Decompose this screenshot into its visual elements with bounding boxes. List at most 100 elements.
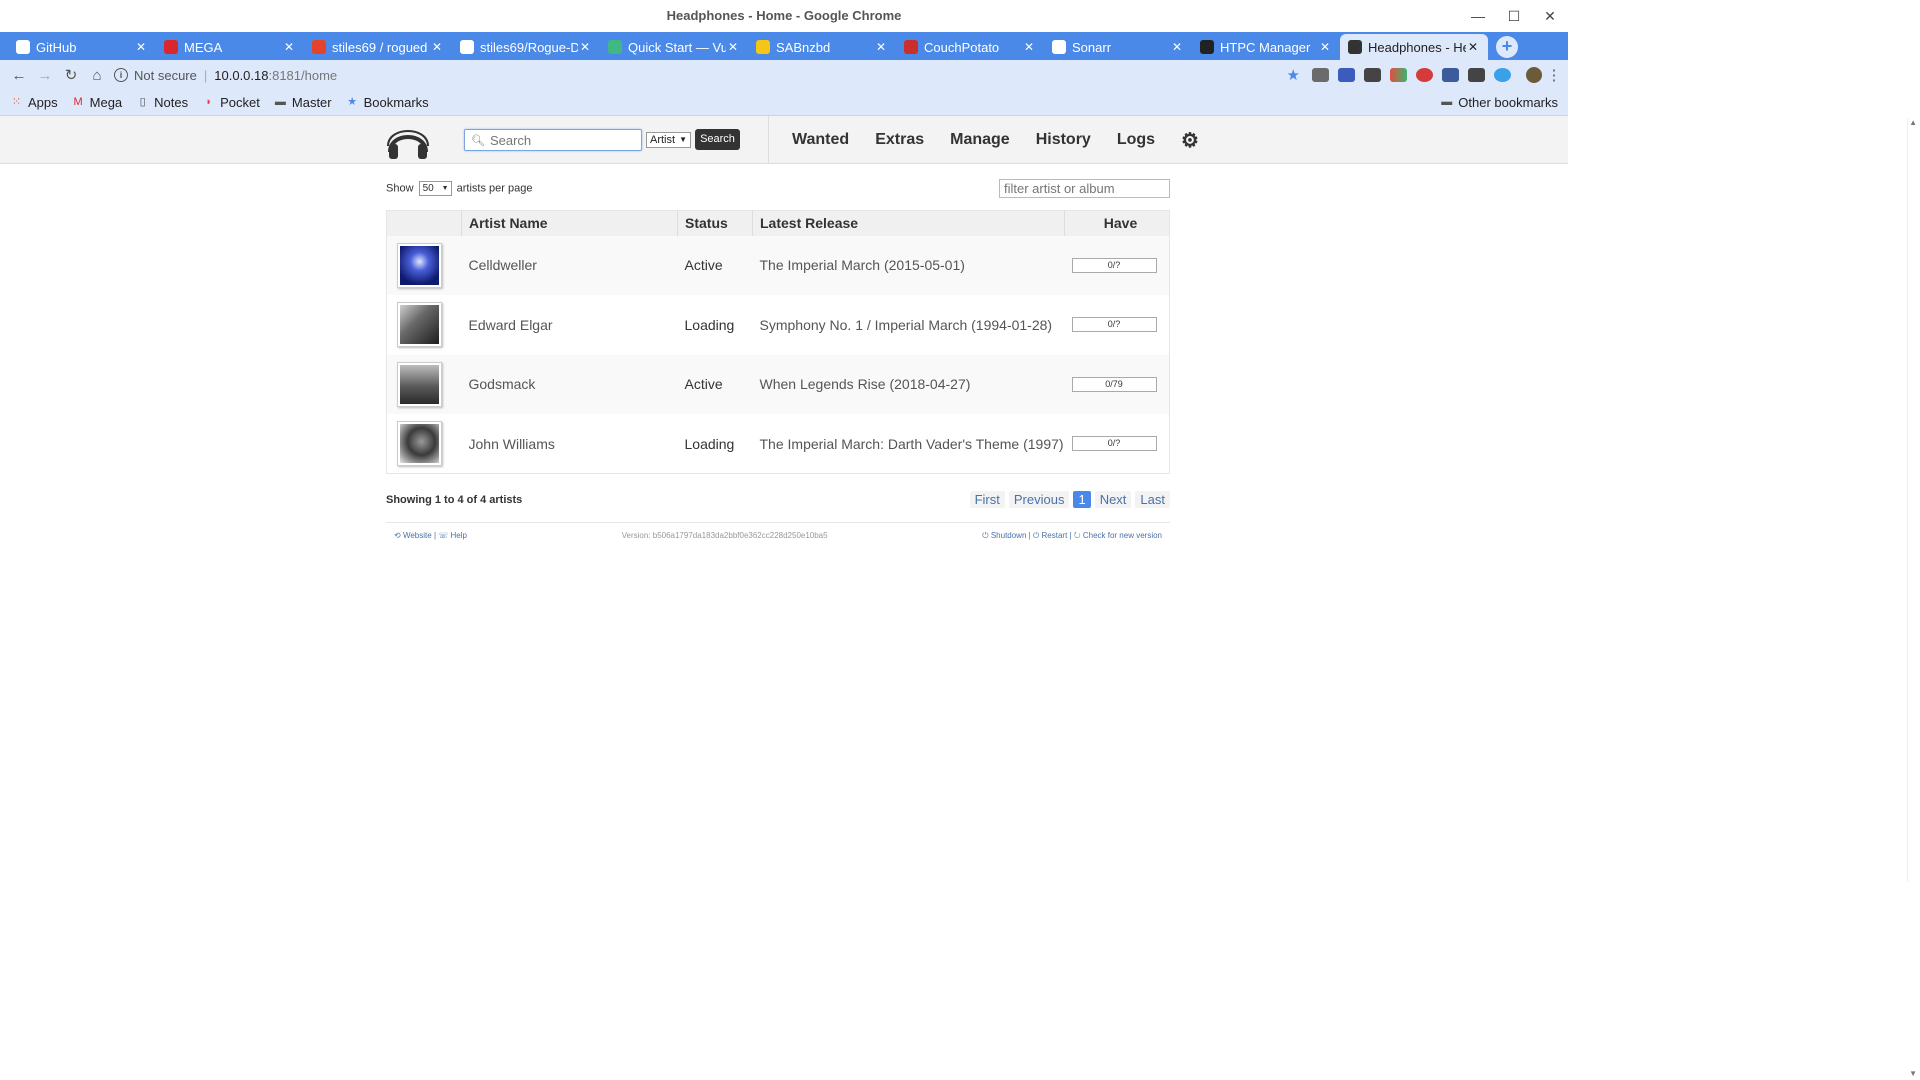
page-last[interactable]: Last xyxy=(1135,491,1170,508)
page-next[interactable]: Next xyxy=(1094,491,1132,508)
sabnzbd-icon xyxy=(756,40,770,54)
page-previous[interactable]: Previous xyxy=(1008,491,1070,508)
extension-3-icon[interactable] xyxy=(1364,68,1381,82)
latest-release[interactable]: When Legends Rise (2018-04-27) xyxy=(752,354,1065,414)
tab-couchpotato[interactable]: CouchPotato ✕ xyxy=(896,34,1044,60)
col-art[interactable] xyxy=(386,210,462,236)
col-latest-release[interactable]: Latest Release xyxy=(752,210,1065,236)
table-row[interactable]: John Williams Loading The Imperial March: … xyxy=(387,414,1170,474)
have-cell: 0/? xyxy=(1065,295,1170,355)
tab-close-icon[interactable]: ✕ xyxy=(1170,40,1184,54)
tab-close-icon[interactable]: ✕ xyxy=(282,40,296,54)
tab-github[interactable]: stiles69/Rogue-D ✕ xyxy=(452,34,600,60)
reload-icon[interactable]: ↻ xyxy=(58,66,84,84)
col-have[interactable]: Have xyxy=(1064,210,1170,236)
tab-label: HTPC Manager xyxy=(1220,39,1311,55)
extension-8-icon[interactable] xyxy=(1494,68,1511,82)
search-type-select[interactable]: Artist ▼ xyxy=(646,132,691,148)
search-field[interactable]: 🔍︎ xyxy=(464,129,642,151)
tab-close-icon[interactable]: ✕ xyxy=(1318,40,1332,54)
tab-close-icon[interactable]: ✕ xyxy=(430,40,444,54)
forward-icon[interactable]: → xyxy=(32,67,58,84)
website-link[interactable]: Website xyxy=(403,531,432,540)
tab-close-icon[interactable]: ✕ xyxy=(1466,40,1480,54)
tab-close-icon[interactable]: ✕ xyxy=(134,40,148,54)
home-icon[interactable]: ⌂ xyxy=(84,67,110,84)
scroll-down-icon[interactable]: ▼ xyxy=(1909,1069,1917,1078)
page-first[interactable]: First xyxy=(969,491,1005,508)
artist-thumbnail[interactable] xyxy=(397,242,442,288)
search-input[interactable] xyxy=(489,132,630,148)
back-icon[interactable]: ← xyxy=(6,67,32,84)
tab-close-icon[interactable]: ✕ xyxy=(1022,40,1036,54)
nav-logs[interactable]: Logs xyxy=(1117,131,1155,149)
latest-release[interactable]: Symphony No. 1 / Imperial March (1994-01… xyxy=(753,295,1065,355)
extension-4-icon[interactable] xyxy=(1390,68,1407,82)
tab-label: MEGA xyxy=(184,39,223,55)
scroll-up-icon[interactable]: ▲ xyxy=(1909,118,1917,127)
bookmark-master[interactable]: ▬ Master xyxy=(274,95,332,110)
profile-avatar[interactable] xyxy=(1526,67,1542,83)
artist-name[interactable]: John Williams xyxy=(462,414,678,474)
bookmark-apps[interactable]: ⁙ Apps xyxy=(10,95,58,110)
artist-name[interactable]: Godsmack xyxy=(461,354,678,414)
headphones-logo-icon[interactable] xyxy=(384,122,432,160)
tab-htpc[interactable]: HTPC Manager ✕ xyxy=(1192,34,1340,60)
minimize-button[interactable]: — xyxy=(1460,0,1496,32)
scrollbar-track[interactable] xyxy=(1907,118,1908,882)
table-row[interactable]: Celldweller Active The Imperial March (201… xyxy=(386,235,1170,295)
table-row[interactable]: Edward Elgar Loading Symphony No. 1 / Impe… xyxy=(387,295,1170,355)
close-window-button[interactable]: ✕ xyxy=(1532,0,1568,32)
tab-close-icon[interactable]: ✕ xyxy=(578,40,592,54)
address-bar[interactable]: i Not secure | 10.0.0.18:8181/home ★ xyxy=(114,63,1312,87)
tab-close-icon[interactable]: ✕ xyxy=(726,40,740,54)
tab-close-icon[interactable]: ✕ xyxy=(874,40,888,54)
bookmark-notes[interactable]: ▯ Notes xyxy=(136,95,189,110)
tab-sabnzbd[interactable]: SABnzbd ✕ xyxy=(748,34,896,60)
bookmark-bookmarks[interactable]: ★ Bookmarks xyxy=(346,95,428,110)
tab-mega[interactable]: MEGA ✕ xyxy=(156,34,304,60)
extension-1-icon[interactable] xyxy=(1312,68,1329,82)
extension-6-icon[interactable] xyxy=(1442,68,1459,82)
maximize-button[interactable]: ☐ xyxy=(1496,0,1532,32)
latest-release[interactable]: The Imperial March: Darth Vader's Theme … xyxy=(753,414,1065,474)
tab-gitlab[interactable]: stiles69 / rogued ✕ xyxy=(304,34,452,60)
tab-headphones[interactable]: Headphones - He ✕ xyxy=(1340,34,1488,60)
search-button[interactable]: Search xyxy=(695,129,740,150)
new-tab-button[interactable]: + xyxy=(1496,36,1518,58)
page-length-select[interactable]: 50 ▼ xyxy=(418,180,452,196)
other-bookmarks[interactable]: ▬ Other bookmarks xyxy=(1440,95,1558,110)
extension-5-icon[interactable] xyxy=(1416,68,1433,82)
col-artist-name[interactable]: Artist Name xyxy=(461,210,678,236)
nav-history[interactable]: History xyxy=(1036,131,1091,149)
bookmark-pocket[interactable]: ◗ Pocket xyxy=(202,95,260,110)
extension-7-icon[interactable] xyxy=(1468,68,1485,82)
bookmark-mega[interactable]: M Mega xyxy=(72,95,123,110)
filter-input[interactable] xyxy=(999,178,1170,198)
restart-link[interactable]: Restart xyxy=(1042,531,1068,540)
col-status[interactable]: Status xyxy=(677,210,753,236)
nav-wanted[interactable]: Wanted xyxy=(792,131,849,149)
page-current[interactable]: 1 xyxy=(1073,491,1091,508)
tab-sonarr[interactable]: Sonarr ✕ xyxy=(1044,34,1192,60)
bookmarks-bar: ⁙ Apps M Mega ▯ Notes ◗ Pocket ▬ Master ★ Bookmarks… xyxy=(0,90,1568,116)
table-row[interactable]: Godsmack Active When Legends Rise (2018-04… xyxy=(386,354,1170,414)
nav-manage[interactable]: Manage xyxy=(950,131,1010,149)
artist-thumbnail[interactable] xyxy=(397,421,442,466)
check-version-link[interactable]: Check for new version xyxy=(1083,531,1162,540)
artist-name[interactable]: Edward Elgar xyxy=(462,295,678,355)
latest-release[interactable]: The Imperial March (2015-05-01) xyxy=(752,235,1065,295)
artist-thumbnail[interactable] xyxy=(397,302,442,348)
help-link[interactable]: Help xyxy=(450,531,466,540)
shutdown-link[interactable]: Shutdown xyxy=(991,531,1027,540)
menu-icon[interactable]: ⋮ xyxy=(1546,66,1562,84)
nav-extras[interactable]: Extras xyxy=(875,131,924,149)
artist-thumbnail[interactable] xyxy=(397,361,442,407)
info-icon[interactable]: i xyxy=(114,68,128,82)
artist-name[interactable]: Celldweller xyxy=(461,235,678,295)
gear-icon[interactable]: ⚙ xyxy=(1181,128,1199,153)
tab-github[interactable]: GitHub ✕ xyxy=(8,34,156,60)
tab-vue[interactable]: Quick Start — Vu ✕ xyxy=(600,34,748,60)
bookmark-star-icon[interactable]: ★ xyxy=(1287,66,1300,84)
extension-2-icon[interactable] xyxy=(1338,68,1355,82)
